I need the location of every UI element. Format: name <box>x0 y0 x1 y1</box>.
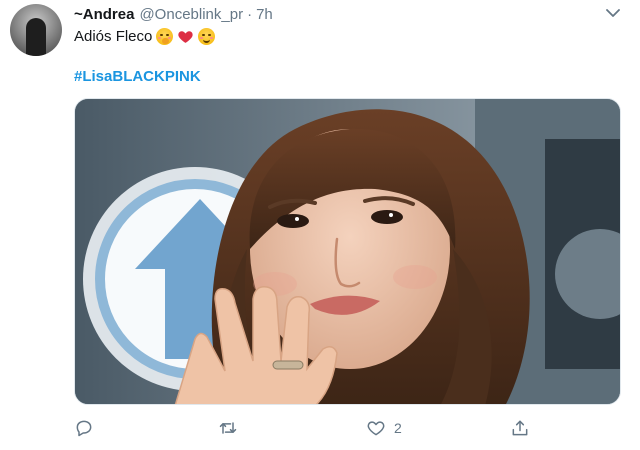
tweet-actions: 2 <box>74 416 544 440</box>
avatar[interactable] <box>10 4 62 56</box>
user-handle[interactable]: @Onceblink_pr <box>139 6 243 23</box>
retweet-icon <box>219 422 237 434</box>
share-button[interactable] <box>510 416 538 440</box>
tweet-text-content: Adiós Fleco <box>74 28 153 45</box>
photo-image <box>75 99 620 404</box>
avatar-figure <box>26 18 46 56</box>
display-name[interactable]: ~Andrea <box>74 6 134 23</box>
tweet-header: ~Andrea @Onceblink_pr · 7h <box>74 4 273 24</box>
face-with-hand-over-mouth-icon <box>156 28 174 45</box>
timestamp[interactable]: 7h <box>256 6 273 23</box>
reply-icon <box>76 420 92 437</box>
tweet-photo[interactable] <box>74 98 621 405</box>
red-heart-icon <box>178 31 194 43</box>
reply-button[interactable] <box>74 416 102 440</box>
tweet[interactable]: ~Andrea @Onceblink_pr · 7h Adiós Fleco #… <box>0 0 640 450</box>
share-icon <box>512 420 528 436</box>
separator-dot: · <box>247 5 253 23</box>
heart-icon <box>367 421 385 436</box>
like-count: 2 <box>394 420 402 436</box>
hashtag-link[interactable]: #LisaBLACKPINK <box>74 68 201 85</box>
tweet-text: Adiós Fleco <box>74 28 216 45</box>
smiling-face-icon <box>198 28 216 45</box>
chevron-down-icon[interactable] <box>606 8 620 18</box>
retweet-button[interactable] <box>218 416 246 440</box>
like-button[interactable]: 2 <box>366 416 402 440</box>
